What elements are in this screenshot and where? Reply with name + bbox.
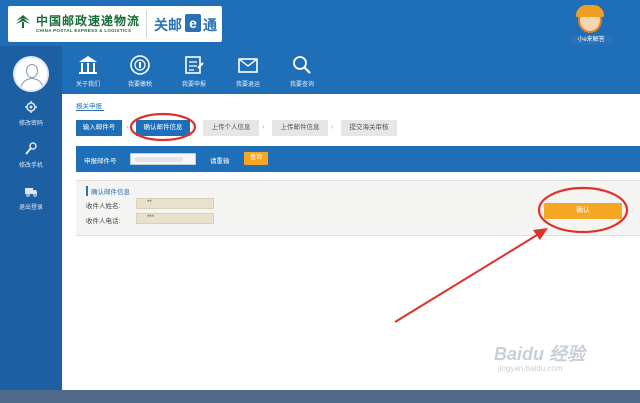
mail-info-section: 确认邮件信息 收件人姓名: ** 收件人电话: *** 确认 (76, 180, 640, 236)
recipient-name-label: 收件人姓名: (86, 203, 121, 210)
avatar-head-icon (26, 64, 38, 78)
coin-icon (130, 55, 150, 75)
app-window: 中国邮政速递物流 CHINA POSTAL EXPRESS & LOGISTIC… (0, 0, 640, 403)
chevron-right-icon: › (262, 124, 265, 131)
sidebar-item-change-password[interactable]: 修改密码 (0, 100, 62, 140)
watermark-text: Baidu 经验 (494, 344, 586, 364)
watermark-url: jingyan.baidu.com (498, 364, 563, 373)
breadcrumb[interactable]: 报关申报 (76, 100, 102, 110)
avatar-body-icon (20, 78, 44, 90)
help-assistant-button[interactable]: 小e来解答 (570, 3, 612, 45)
recipient-phone-label: 收件人电话: (86, 218, 121, 225)
logo-english-text: CHINA POSTAL EXPRESS & LOGISTICS (36, 28, 132, 33)
gear-icon (25, 101, 37, 113)
logo-divider (146, 10, 147, 38)
section-title: 确认邮件信息 (86, 186, 130, 196)
step-confirm-mail-info[interactable]: 确认邮件信息 (136, 120, 190, 136)
nav-label: 我要申报 (181, 82, 206, 88)
wrench-icon (25, 142, 37, 155)
sidebar-item-change-phone[interactable]: 修改手机 (0, 142, 62, 182)
nav-declare[interactable]: 我要申报 (174, 54, 214, 88)
assistant-cap-icon (576, 5, 604, 17)
chevron-right-icon: › (193, 124, 196, 131)
user-avatar[interactable] (13, 56, 49, 92)
nav-pay-tax[interactable]: 我要缴税 (120, 54, 160, 88)
nav-about-us[interactable]: 关于我们 (68, 54, 108, 88)
sidebar-item-label: 修改密码 (18, 121, 43, 127)
help-label: 小e来解答 (570, 35, 612, 45)
nav-return[interactable]: 我要退运 (228, 54, 268, 88)
recipient-name-value: ** (147, 200, 152, 206)
form-icon (185, 56, 204, 74)
logo-chinese-text: 中国邮政速递物流 (36, 14, 141, 28)
nav-label: 我要退运 (235, 82, 260, 88)
recipient-phone-field: *** (136, 213, 214, 224)
step-upload-personal-info[interactable]: 上传个人信息 (203, 120, 259, 136)
magnifier-icon (293, 56, 311, 74)
nav-query[interactable]: 我要查询 (282, 54, 322, 88)
sidebar-item-label: 修改手机 (18, 163, 43, 169)
nav-label: 我要查询 (289, 82, 314, 88)
bottom-bar (0, 390, 640, 403)
header-bar: 中国邮政速递物流 CHINA POSTAL EXPRESS & LOGISTIC… (0, 0, 640, 46)
step-input-mail-number[interactable]: 输入邮件号 (76, 120, 122, 136)
chevron-right-icon: › (331, 124, 334, 131)
sidebar-item-logout[interactable]: 退出登录 (0, 184, 62, 224)
recipient-name-field: ** (136, 198, 214, 209)
reenter-link[interactable]: 请重输 (210, 155, 230, 165)
truck-icon (25, 188, 37, 197)
confirm-button[interactable]: 确认 (544, 203, 622, 219)
mail-number-label: 申报邮件号 (84, 158, 117, 165)
brand-e-badge: e (185, 14, 201, 32)
building-icon (79, 56, 97, 74)
redacted-value (135, 157, 183, 162)
mail-icon (238, 58, 258, 73)
breadcrumb-underline (76, 110, 104, 111)
sidebar: 修改密码 修改手机 退出登录 (0, 46, 62, 390)
top-nav: 关于我们 我要缴税 我要申报 我要退运 我要查询 (62, 46, 640, 94)
baidu-watermark: Baidu 经验 jingyan.baidu.com (490, 338, 610, 378)
sidebar-item-label: 退出登录 (18, 205, 43, 211)
step-upload-mail-info[interactable]: 上传邮件信息 (272, 120, 328, 136)
nav-label: 关于我们 (75, 82, 100, 88)
recipient-phone-value: *** (147, 215, 155, 221)
brand-prefix: 关邮 (154, 17, 182, 33)
brand-suffix: 通 (203, 17, 217, 33)
step-submit-customs-review[interactable]: 提交海关审核 (341, 120, 397, 136)
query-bar: 申报邮件号 请重输 查询 (76, 146, 640, 172)
chevron-right-icon: › (126, 124, 129, 131)
china-post-logo-icon (16, 15, 30, 28)
mail-number-input[interactable] (130, 153, 196, 165)
brand-logo: 中国邮政速递物流 CHINA POSTAL EXPRESS & LOGISTIC… (8, 6, 222, 42)
query-button[interactable]: 查询 (244, 152, 268, 165)
nav-label: 我要缴税 (127, 82, 152, 88)
